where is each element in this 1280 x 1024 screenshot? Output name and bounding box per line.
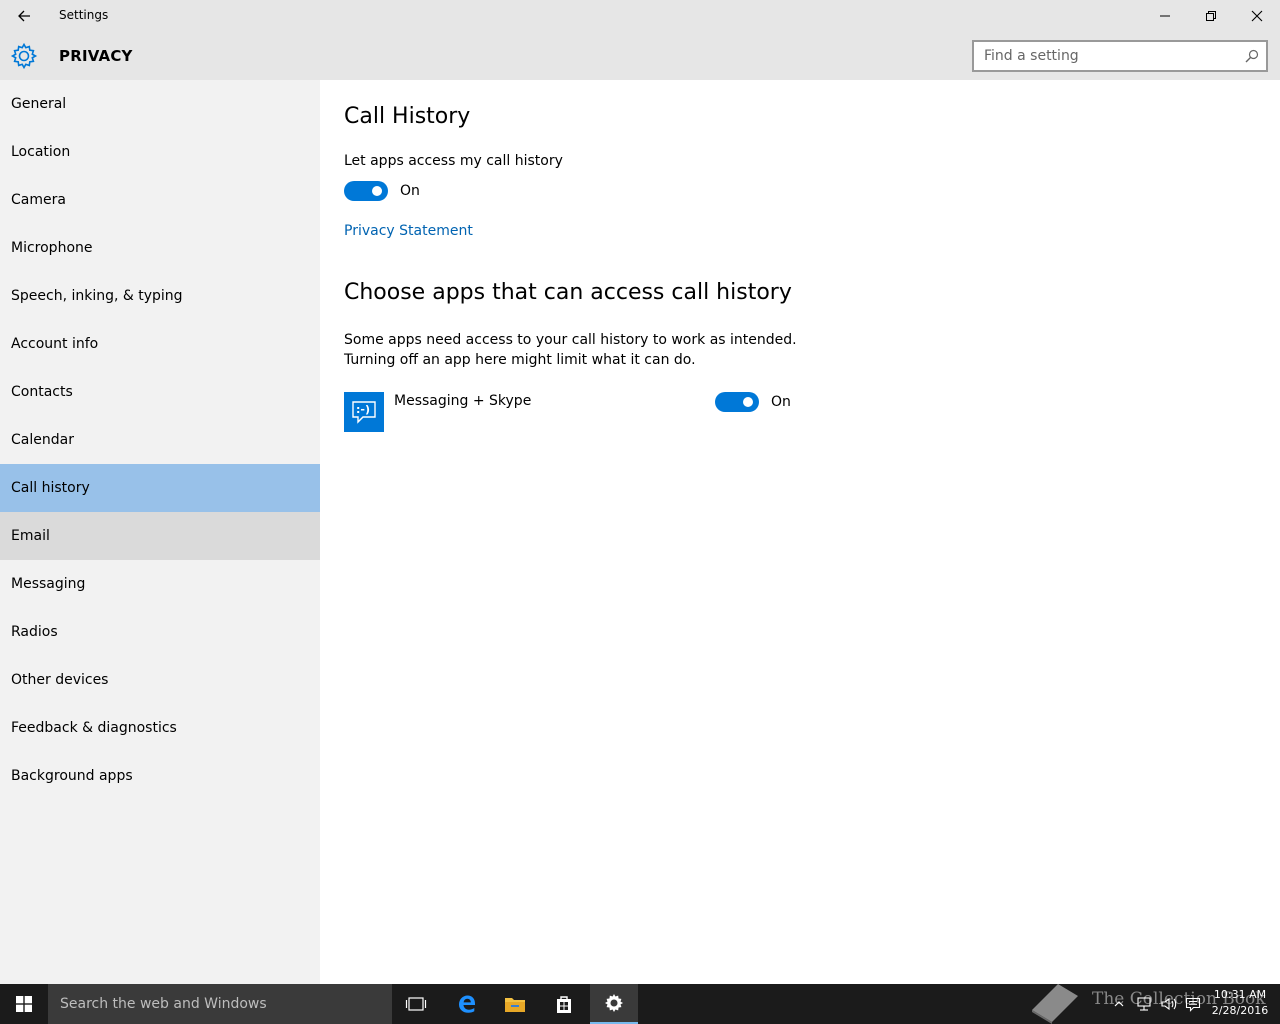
search-icon[interactable] bbox=[1244, 48, 1260, 64]
sidebar-item-feedback[interactable]: Feedback & diagnostics bbox=[0, 704, 320, 752]
taskbar-search-input[interactable] bbox=[48, 984, 392, 1024]
apps-description: Some apps need access to your call histo… bbox=[344, 330, 797, 370]
call-history-toggle-state: On bbox=[400, 183, 420, 199]
network-icon[interactable] bbox=[1136, 996, 1152, 1012]
edge-button[interactable] bbox=[443, 984, 491, 1024]
volume-icon[interactable] bbox=[1160, 996, 1178, 1012]
store-icon bbox=[557, 996, 571, 1013]
task-view-icon bbox=[405, 997, 427, 1011]
toggle-knob bbox=[372, 186, 382, 196]
gear-icon bbox=[604, 993, 624, 1013]
sidebar-item-contacts[interactable]: Contacts bbox=[0, 368, 320, 416]
apps-heading: Choose apps that can access call history bbox=[344, 280, 792, 305]
edge-icon bbox=[459, 995, 475, 1013]
settings-taskbar-button[interactable] bbox=[590, 984, 638, 1024]
main-content: Call History Let apps access my call his… bbox=[320, 80, 1280, 984]
settings-header: PRIVACY bbox=[0, 32, 1280, 80]
windows-logo-icon bbox=[16, 996, 32, 1012]
back-button[interactable] bbox=[0, 0, 48, 32]
sidebar-item-other-devices[interactable]: Other devices bbox=[0, 656, 320, 704]
search-input[interactable] bbox=[974, 42, 1234, 70]
close-icon bbox=[1251, 10, 1263, 22]
taskbar: The Collection Book 10:31 AM 2/28/2016 bbox=[0, 984, 1280, 1024]
call-history-toggle[interactable] bbox=[344, 181, 388, 201]
window-title: Settings bbox=[59, 8, 109, 22]
sidebar-item-background-apps[interactable]: Background apps bbox=[0, 752, 320, 800]
call-history-toggle-label: Let apps access my call history bbox=[344, 153, 563, 169]
apps-description-line-2: Turning off an app here might limit what… bbox=[344, 352, 696, 368]
title-bar: Settings bbox=[0, 0, 1280, 32]
file-explorer-button[interactable] bbox=[491, 984, 539, 1024]
close-button[interactable] bbox=[1234, 0, 1280, 32]
messaging-skype-tile: :-) bbox=[344, 392, 384, 432]
sidebar: General Location Camera Microphone Speec… bbox=[0, 80, 320, 984]
messaging-skype-toggle[interactable] bbox=[715, 392, 759, 412]
store-button[interactable] bbox=[540, 984, 588, 1024]
section-title: PRIVACY bbox=[59, 47, 133, 65]
find-setting-search[interactable] bbox=[972, 40, 1268, 72]
minimize-icon bbox=[1160, 15, 1170, 17]
sidebar-item-account-info[interactable]: Account info bbox=[0, 320, 320, 368]
messaging-skype-toggle-state: On bbox=[771, 394, 791, 410]
book-icon bbox=[1032, 984, 1078, 1024]
arrow-left-icon bbox=[18, 10, 30, 22]
restore-icon bbox=[1206, 11, 1216, 21]
toggle-knob bbox=[743, 397, 753, 407]
start-button[interactable] bbox=[0, 984, 48, 1024]
clock-date[interactable]: 2/28/2016 bbox=[1206, 1004, 1274, 1017]
sidebar-item-general[interactable]: General bbox=[0, 80, 320, 128]
sidebar-item-email[interactable]: Email bbox=[0, 512, 320, 560]
page-title: Call History bbox=[344, 104, 471, 129]
chevron-up-icon[interactable] bbox=[1113, 998, 1125, 1010]
sidebar-item-camera[interactable]: Camera bbox=[0, 176, 320, 224]
tile-text: :-) bbox=[356, 403, 370, 416]
taskbar-search[interactable] bbox=[48, 984, 392, 1024]
sidebar-item-location[interactable]: Location bbox=[0, 128, 320, 176]
action-center-icon[interactable] bbox=[1185, 996, 1201, 1012]
app-name: Messaging + Skype bbox=[394, 393, 532, 409]
privacy-statement-link[interactable]: Privacy Statement bbox=[344, 223, 473, 239]
sidebar-item-microphone[interactable]: Microphone bbox=[0, 224, 320, 272]
sidebar-item-radios[interactable]: Radios bbox=[0, 608, 320, 656]
sidebar-item-messaging[interactable]: Messaging bbox=[0, 560, 320, 608]
sidebar-item-speech[interactable]: Speech, inking, & typing bbox=[0, 272, 320, 320]
gear-icon bbox=[10, 42, 38, 70]
sidebar-item-call-history[interactable]: Call history bbox=[0, 464, 320, 512]
sidebar-item-calendar[interactable]: Calendar bbox=[0, 416, 320, 464]
minimize-button[interactable] bbox=[1142, 0, 1188, 32]
folder-icon bbox=[505, 998, 525, 1012]
task-view-button[interactable] bbox=[392, 984, 440, 1024]
restore-button[interactable] bbox=[1188, 0, 1234, 32]
apps-description-line-1: Some apps need access to your call histo… bbox=[344, 332, 797, 348]
clock-time[interactable]: 10:31 AM bbox=[1206, 988, 1274, 1001]
